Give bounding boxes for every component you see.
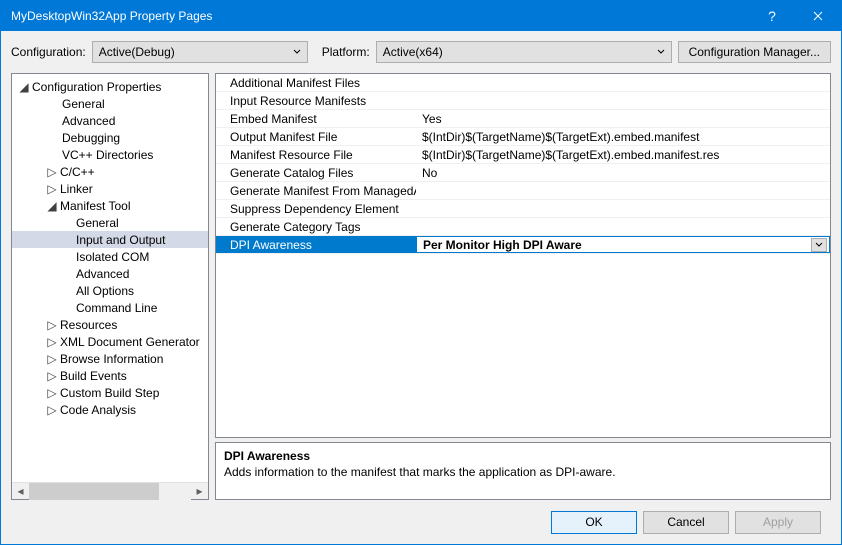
property-grid[interactable]: Additional Manifest Files Input Resource… (215, 73, 831, 438)
chevron-down-icon (657, 45, 665, 59)
titlebar[interactable]: MyDesktopWin32App Property Pages ? (1, 1, 841, 31)
chevron-down-icon (815, 241, 823, 249)
grid-row[interactable]: Generate Manifest From ManagedAssembly (216, 182, 830, 200)
cancel-button[interactable]: Cancel (643, 511, 729, 534)
description-title: DPI Awareness (224, 449, 822, 463)
arrow-collapsed-icon: ▷ (46, 335, 58, 349)
dropdown-button[interactable] (811, 238, 827, 252)
tree-item[interactable]: ▷Browse Information (12, 350, 208, 367)
tree-item[interactable]: Isolated COM (12, 248, 208, 265)
arrow-collapsed-icon: ▷ (46, 182, 58, 196)
configuration-combo[interactable]: Active(Debug) (92, 41, 308, 63)
window-title: MyDesktopWin32App Property Pages (11, 9, 749, 23)
close-button[interactable] (795, 1, 841, 31)
dpi-awareness-dropdown[interactable]: Per Monitor High DPI Aware (416, 236, 830, 253)
scroll-right-icon[interactable]: ▸ (191, 483, 208, 500)
grid-row[interactable]: Manifest Resource File$(IntDir)$(TargetN… (216, 146, 830, 164)
tree-item-selected[interactable]: Input and Output (12, 231, 208, 248)
horizontal-scrollbar[interactable]: ◂ ▸ (12, 482, 208, 499)
ok-button[interactable]: OK (551, 511, 637, 534)
platform-combo[interactable]: Active(x64) (376, 41, 672, 63)
platform-value: Active(x64) (383, 45, 443, 59)
tree-item[interactable]: ▷Code Analysis (12, 401, 208, 418)
help-button[interactable]: ? (749, 1, 795, 31)
configuration-label: Configuration: (11, 45, 86, 59)
chevron-down-icon (293, 45, 301, 59)
apply-button[interactable]: Apply (735, 511, 821, 534)
grid-row[interactable]: Input Resource Manifests (216, 92, 830, 110)
dialog-footer: OK Cancel Apply (11, 500, 831, 544)
tree-item[interactable]: ▷C/C++ (12, 163, 208, 180)
grid-row[interactable]: Embed ManifestYes (216, 110, 830, 128)
tree-item[interactable]: General (12, 214, 208, 231)
scroll-left-icon[interactable]: ◂ (12, 483, 29, 500)
arrow-collapsed-icon: ▷ (46, 386, 58, 400)
arrow-collapsed-icon: ▷ (46, 165, 58, 179)
tree-item[interactable]: Debugging (12, 129, 208, 146)
arrow-collapsed-icon: ▷ (46, 318, 58, 332)
close-icon (813, 11, 823, 21)
grid-row[interactable]: Generate Category Tags (216, 218, 830, 236)
scroll-thumb[interactable] (29, 483, 159, 500)
tree-item[interactable]: ▷Linker (12, 180, 208, 197)
right-column: Additional Manifest Files Input Resource… (215, 73, 831, 500)
arrow-collapsed-icon: ▷ (46, 352, 58, 366)
tree-item[interactable]: ▷Build Events (12, 367, 208, 384)
configuration-value: Active(Debug) (99, 45, 175, 59)
arrow-collapsed-icon: ▷ (46, 403, 58, 417)
arrow-expanded-icon: ◢ (18, 80, 30, 94)
main-area: ◢ Configuration Properties General Advan… (11, 73, 831, 500)
tree-item[interactable]: Advanced (12, 112, 208, 129)
description-text: Adds information to the manifest that ma… (224, 465, 822, 479)
tree-item[interactable]: All Options (12, 282, 208, 299)
scroll-track[interactable] (29, 483, 191, 500)
grid-row[interactable]: Generate Catalog FilesNo (216, 164, 830, 182)
tree-item[interactable]: General (12, 95, 208, 112)
tree-body: ◢ Configuration Properties General Advan… (12, 74, 208, 482)
grid-row[interactable]: Additional Manifest Files (216, 74, 830, 92)
tree-item[interactable]: Command Line (12, 299, 208, 316)
description-box: DPI Awareness Adds information to the ma… (215, 442, 831, 500)
arrow-expanded-icon: ◢ (46, 199, 58, 213)
tree-item-manifest-tool[interactable]: ◢Manifest Tool (12, 197, 208, 214)
tree-item[interactable]: Advanced (12, 265, 208, 282)
tree-root[interactable]: ◢ Configuration Properties (12, 78, 208, 95)
configuration-manager-button[interactable]: Configuration Manager... (678, 41, 831, 63)
grid-row-selected[interactable]: DPI Awareness Per Monitor High DPI Aware (216, 236, 830, 254)
platform-label: Platform: (322, 45, 370, 59)
tree-item[interactable]: ▷Resources (12, 316, 208, 333)
dialog-content: Configuration: Active(Debug) Platform: A… (1, 31, 841, 544)
arrow-collapsed-icon: ▷ (46, 369, 58, 383)
tree-item[interactable]: ▷XML Document Generator (12, 333, 208, 350)
grid-row[interactable]: Suppress Dependency Element (216, 200, 830, 218)
nav-tree[interactable]: ◢ Configuration Properties General Advan… (11, 73, 209, 500)
help-icon: ? (768, 8, 776, 24)
tree-item[interactable]: VC++ Directories (12, 146, 208, 163)
tree-item[interactable]: ▷Custom Build Step (12, 384, 208, 401)
grid-row[interactable]: Output Manifest File$(IntDir)$(TargetNam… (216, 128, 830, 146)
config-row: Configuration: Active(Debug) Platform: A… (11, 41, 831, 63)
